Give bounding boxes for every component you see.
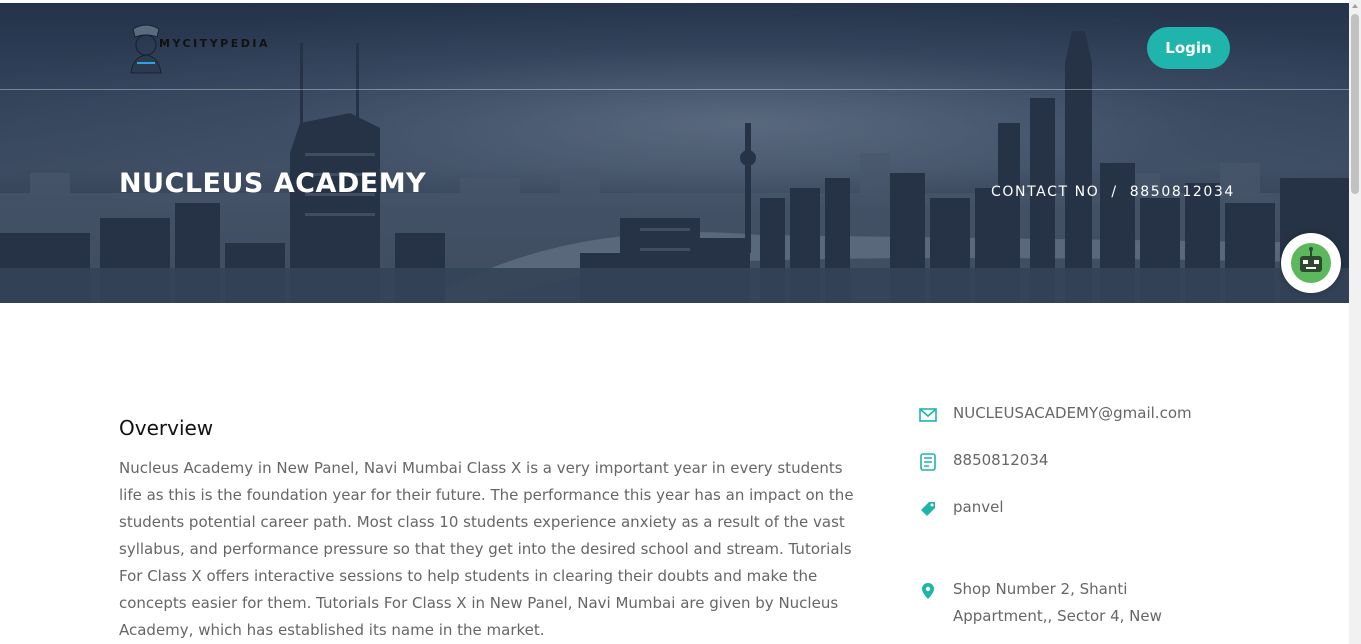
tag-icon [921,502,935,516]
contact-phone-row: 8850812034 [918,451,1048,474]
contact-number[interactable]: 8850812034 [1130,184,1235,200]
overview-description: Nucleus Academy in New Panel, Navi Mumba… [119,459,854,639]
robot-icon [1291,243,1331,283]
hero-contact: CONTACT NO / 8850812034 [991,184,1235,200]
envelope-icon [919,408,937,422]
chatbot-button[interactable] [1281,233,1341,293]
contact-city-row: panvel [918,498,1004,521]
contact-city: panvel [953,498,1004,516]
site-logo[interactable]: MYCITYPEDIA [121,19,270,75]
contact-phone[interactable]: 8850812034 [953,447,1048,474]
map-pin-icon [922,583,934,599]
contact-label: CONTACT NO [991,184,1100,200]
overview-heading: Overview [119,416,214,440]
scroll-up-arrow-icon[interactable] [1352,4,1358,8]
contact-separator: / [1111,184,1118,200]
logo-text: MYCITYPEDIA [159,36,270,50]
contact-email[interactable]: NUCLEUSACADEMY@gmail.com [953,400,1192,427]
contact-email-row: NUCLEUSACADEMY@gmail.com [918,404,1192,427]
page-scrollbar[interactable] [1349,0,1361,644]
scrollbar-thumb[interactable] [1351,14,1359,194]
contact-address: Shop Number 2, Shanti Appartment,, Secto… [953,580,1163,636]
login-button[interactable]: Login [1147,27,1230,69]
page-title: NUCLEUS ACADEMY [119,168,427,199]
top-navbar: MYCITYPEDIA Login [0,3,1349,90]
phone-icon [920,453,936,471]
contact-address-row: Shop Number 2, Shanti Appartment,, Secto… [918,580,1193,636]
